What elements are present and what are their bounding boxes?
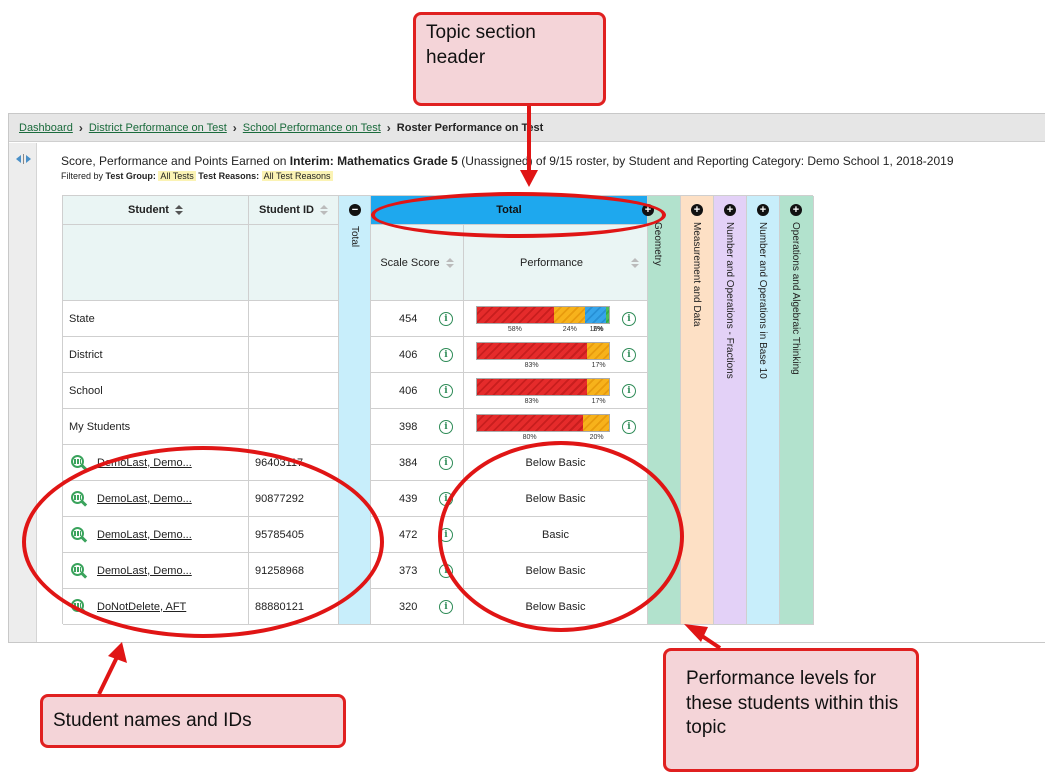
annotation-arrows — [97, 106, 722, 695]
